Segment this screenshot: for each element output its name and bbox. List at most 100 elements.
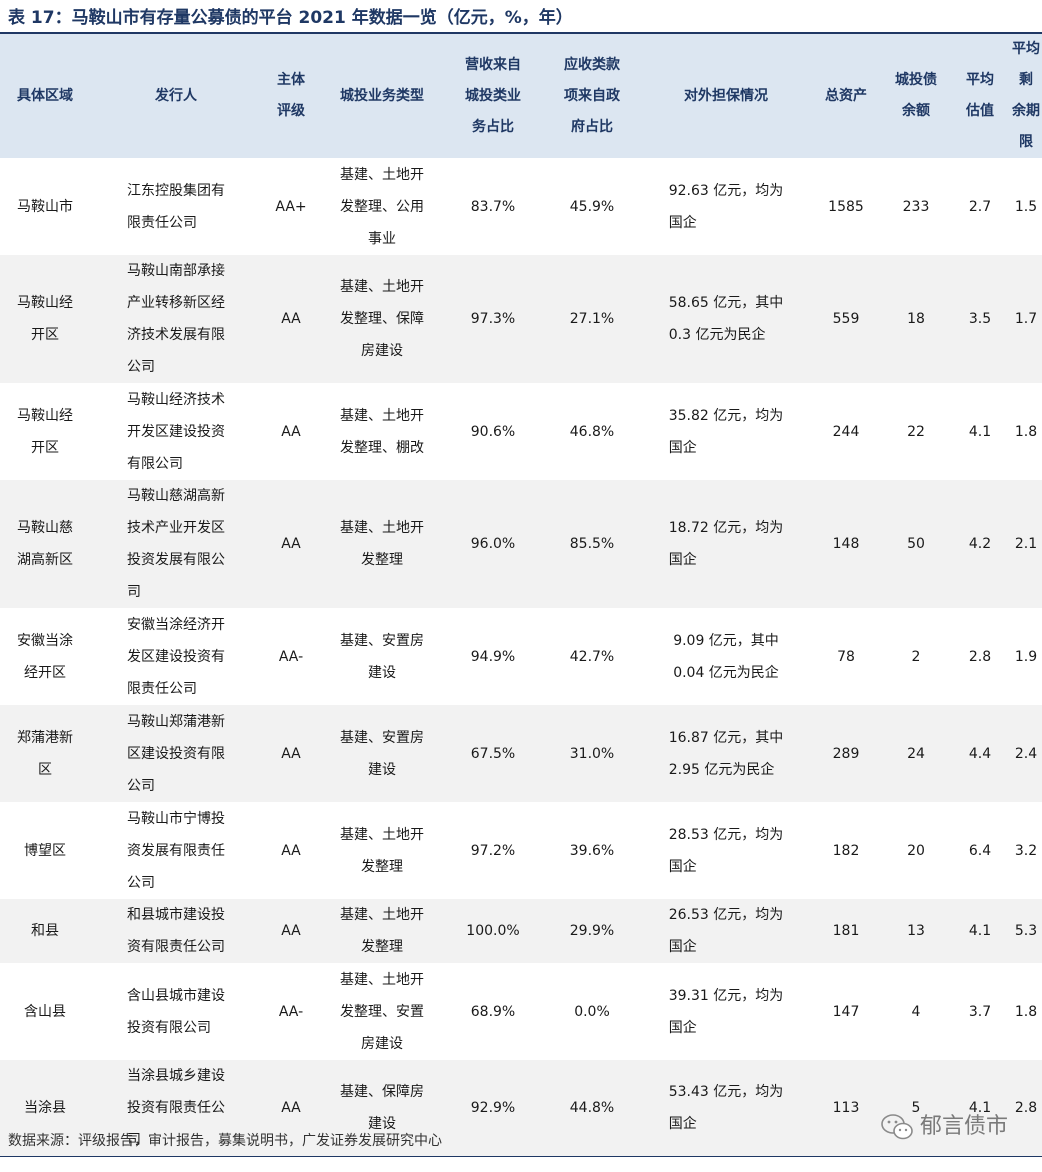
rating-text: AA+ — [275, 198, 307, 215]
avg-valuation-cell: 2.8 — [950, 608, 1010, 705]
receivable-share-cell: 45.9% — [542, 158, 642, 255]
guarantee-text: 35.82 亿元，均为 国企 — [668, 407, 784, 456]
revenue-share-cell: 68.9% — [444, 963, 542, 1060]
total-assets-cell: 113 — [810, 1060, 882, 1157]
business-cell: 基建、安置房 建设 — [320, 705, 444, 802]
total-assets-text: 244 — [832, 423, 860, 440]
bond-balance-text: 24 — [907, 745, 925, 762]
business-text: 基建、安置房 建设 — [340, 632, 424, 681]
region-cell: 含山县 — [0, 963, 90, 1060]
header-receivable-share: 应收类款 项来自政 府占比 — [542, 34, 642, 158]
header-rating: 主体 评级 — [262, 34, 320, 158]
bond-balance-text: 18 — [907, 311, 925, 327]
avg-maturity-text: 3.2 — [1014, 842, 1038, 859]
rating-text: AA — [281, 311, 301, 327]
issuer-text: 江东控股集团有 限责任公司 — [127, 182, 225, 231]
region-text: 和县 — [31, 923, 59, 939]
avg-valuation-cell: 4.2 — [950, 480, 1010, 608]
guarantee-text: 18.72 亿元，均为 国企 — [668, 520, 784, 568]
receivable-share-cell: 39.6% — [542, 802, 642, 899]
revenue-share-cell: 97.2% — [444, 802, 542, 899]
avg-valuation-cell: 4.4 — [950, 705, 1010, 802]
revenue-share-cell: 97.3% — [444, 255, 542, 383]
avg-maturity-cell: 2.1 — [1010, 480, 1042, 608]
bond-balance-cell: 233 — [882, 158, 950, 255]
business-cell: 基建、土地开 发整理 — [320, 480, 444, 608]
bond-balance-text: 50 — [907, 536, 925, 552]
avg-valuation-text: 3.5 — [968, 311, 992, 327]
table-title: 表 17：马鞍山市有存量公募债的平台 2021 年数据一览（亿元，%，年） — [8, 8, 573, 28]
revenue-share-cell: 94.9% — [444, 608, 542, 705]
table-row: 博望区 马鞍山市宁博投 资发展有限责任 公司 AA 基建、土地开 发整理 97.2% 39.6%… — [0, 802, 1042, 899]
header-issuer: 发行人 — [90, 34, 262, 158]
header-region: 具体区域 — [0, 34, 90, 158]
guarantee-text: 92.63 亿元，均为 国企 — [668, 182, 784, 231]
bond-balance-text: 233 — [902, 198, 930, 215]
region-text: 博望区 — [24, 842, 66, 859]
bond-balance-cell: 20 — [882, 802, 950, 899]
revenue-share-text: 100.0% — [466, 923, 520, 939]
avg-maturity-cell: 1.9 — [1010, 608, 1042, 705]
bond-balance-text: 2 — [911, 648, 921, 665]
business-text: 基建、土地开 发整理 — [340, 520, 424, 568]
guarantee-text: 16.87 亿元，其中 2.95 亿元为民企 — [668, 729, 784, 778]
revenue-share-text: 97.2% — [470, 842, 516, 859]
watermark-text: 郁言债市 — [919, 1114, 1008, 1139]
receivable-share-cell: 46.8% — [542, 383, 642, 480]
guarantee-cell: 28.53 亿元，均为 国企 — [642, 802, 810, 899]
region-text: 安徽当涂 经开区 — [17, 632, 73, 681]
avg-maturity-cell: 2.8 — [1010, 1060, 1042, 1157]
rating-cell: AA- — [262, 963, 320, 1060]
total-assets-text: 181 — [832, 923, 860, 939]
revenue-share-cell: 83.7% — [444, 158, 542, 255]
bond-balance-cell: 22 — [882, 383, 950, 480]
revenue-share-text: 67.5% — [470, 745, 516, 762]
header-avg-valuation: 平均 估值 — [950, 34, 1010, 158]
issuer-cell: 马鞍山经济技术 开发区建设投资 有限公司 — [90, 383, 262, 480]
region-cell: 马鞍山慈 湖高新区 — [0, 480, 90, 608]
issuer-cell: 马鞍山慈湖高新 技术产业开发区 投资发展有限公司 — [90, 480, 262, 608]
revenue-share-text: 92.9% — [470, 1100, 516, 1116]
total-assets-text: 1585 — [828, 198, 864, 215]
avg-valuation-cell: 4.1 — [950, 383, 1010, 480]
rating-text: AA — [281, 923, 301, 939]
table-row: 和县 和县城市建设投 资有限责任公司 AA 基建、土地开 发整理 100.0% 29.9% 26… — [0, 899, 1042, 963]
receivable-share-text: 31.0% — [569, 745, 615, 762]
issuer-cell: 和县城市建设投 资有限责任公司 — [90, 899, 262, 963]
guarantee-text: 53.43 亿元，均为 国企 — [668, 1084, 784, 1132]
region-text: 马鞍山市 — [17, 198, 73, 215]
avg-maturity-text: 1.5 — [1014, 198, 1038, 215]
header-avg-maturity: 平均剩 余期限 — [1010, 34, 1042, 158]
total-assets-cell: 147 — [810, 963, 882, 1060]
issuer-cell: 马鞍山南部承接 产业转移新区经 济技术发展有限 公司 — [90, 255, 262, 383]
business-text: 基建、土地开 发整理、公用 事业 — [340, 166, 424, 247]
business-text: 基建、土地开 发整理、安置 房建设 — [340, 971, 424, 1052]
issuer-text: 马鞍山经济技术 开发区建设投资 有限公司 — [127, 391, 225, 472]
rating-cell: AA — [262, 802, 320, 899]
table-row: 安徽当涂 经开区 安徽当涂经济开 发区建设投资有 限责任公司 AA- 基建、安置房 建设 94.… — [0, 608, 1042, 705]
header-revenue-share: 营收来自 城投类业 务占比 — [444, 34, 542, 158]
avg-maturity-cell: 1.5 — [1010, 158, 1042, 255]
avg-valuation-cell: 4.1 — [950, 899, 1010, 963]
receivable-share-cell: 27.1% — [542, 255, 642, 383]
guarantee-cell: 9.09 亿元，其中 0.04 亿元为民企 — [642, 608, 810, 705]
table-row: 马鞍山市 江东控股集团有 限责任公司 AA+ 基建、土地开 发整理、公用 事业 83.7% 45… — [0, 158, 1042, 255]
source-note: 数据来源：评级报告，审计报告，募集说明书，广发证券发展研究中心 — [8, 1133, 442, 1149]
issuer-text: 马鞍山慈湖高新 技术产业开发区 投资发展有限公司 — [127, 488, 225, 600]
region-cell: 和县 — [0, 899, 90, 963]
revenue-share-text: 97.3% — [470, 311, 516, 327]
business-cell: 基建、土地开 发整理、棚改 — [320, 383, 444, 480]
total-assets-cell: 1585 — [810, 158, 882, 255]
total-assets-cell: 181 — [810, 899, 882, 963]
avg-valuation-text: 2.7 — [968, 198, 992, 215]
rating-cell: AA- — [262, 608, 320, 705]
table-row: 马鞍山经 开区 马鞍山经济技术 开发区建设投资 有限公司 AA 基建、土地开 发整理、棚改 90… — [0, 383, 1042, 480]
revenue-share-cell: 96.0% — [444, 480, 542, 608]
guarantee-cell: 16.87 亿元，其中 2.95 亿元为民企 — [642, 705, 810, 802]
guarantee-text: 9.09 亿元，其中 0.04 亿元为民企 — [673, 632, 779, 681]
rating-cell: AA — [262, 899, 320, 963]
issuer-text: 马鞍山郑蒲港新 区建设投资有限 公司 — [127, 713, 225, 794]
receivable-share-text: 85.5% — [569, 536, 615, 552]
bond-balance-cell: 24 — [882, 705, 950, 802]
total-assets-text: 559 — [832, 311, 860, 327]
